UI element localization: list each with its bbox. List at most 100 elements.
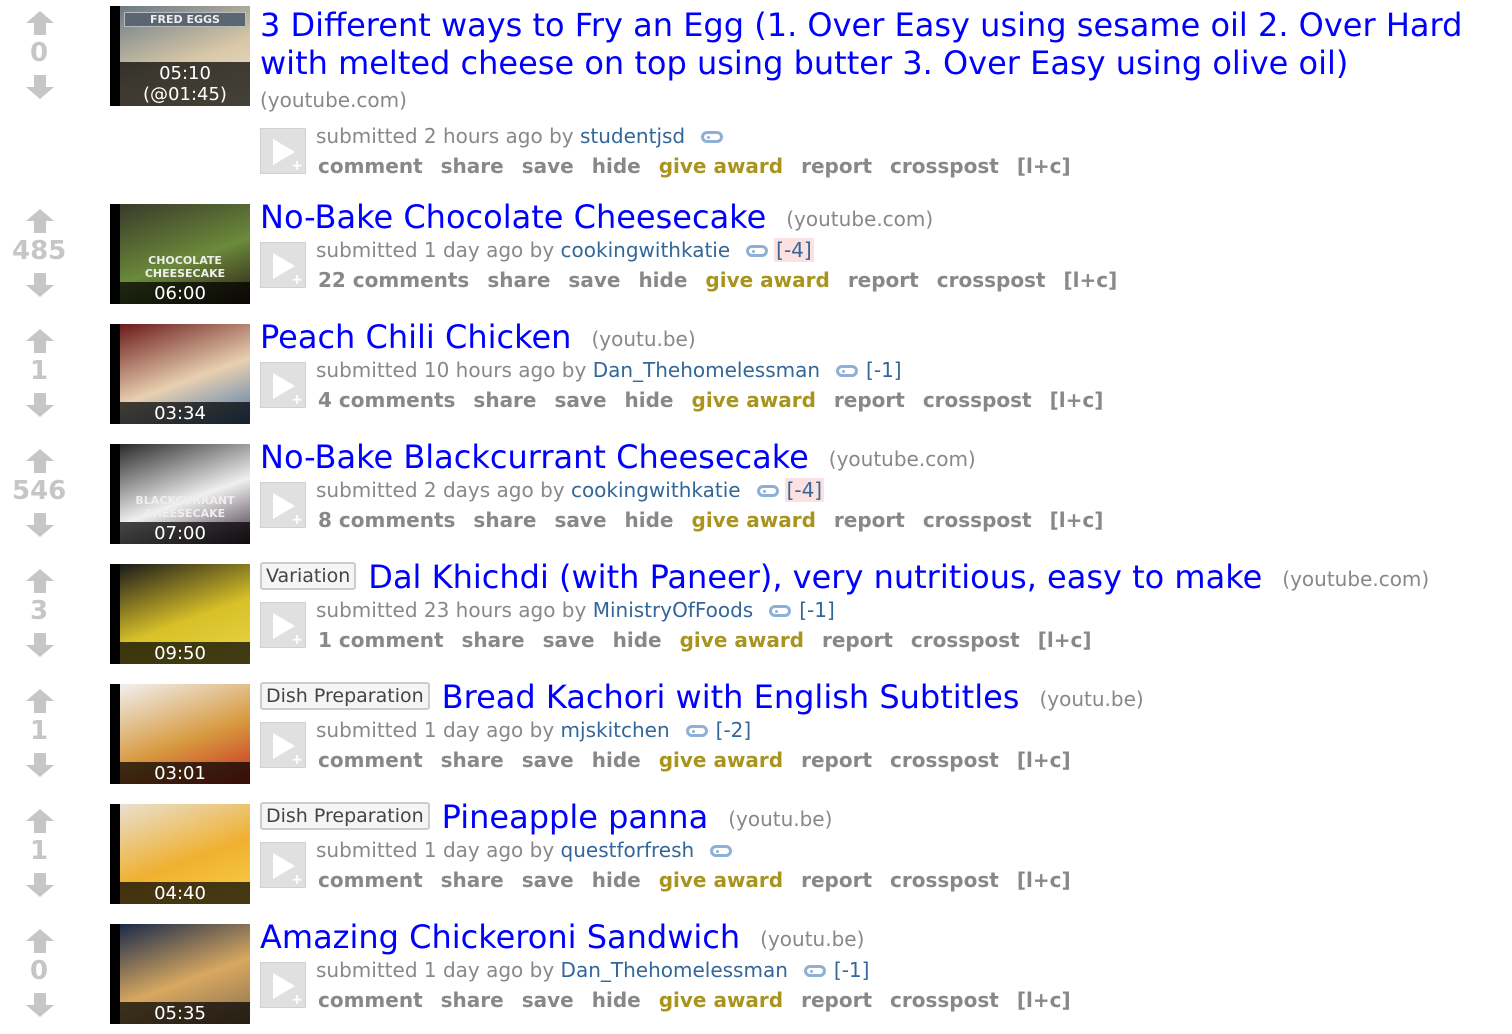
give-award-button[interactable]: give award (692, 388, 816, 412)
share-button[interactable]: share (487, 268, 550, 292)
post-domain[interactable]: (youtube.com) (829, 447, 976, 471)
lc-button[interactable]: [l+c] (1038, 628, 1092, 652)
give-award-button[interactable]: give award (692, 508, 816, 532)
save-button[interactable]: save (555, 388, 607, 412)
report-button[interactable]: report (801, 988, 872, 1012)
downvote-arrow-icon[interactable] (25, 992, 55, 1018)
play-expando-icon[interactable]: + (260, 842, 306, 888)
post-title-link[interactable]: Amazing Chickeroni Sandwich (260, 918, 740, 956)
lc-button[interactable]: [l+c] (1050, 388, 1104, 412)
post-domain[interactable]: (youtube.com) (1282, 567, 1429, 591)
post-title-link[interactable]: Dal Khichdi (with Paneer), very nutritio… (368, 558, 1262, 596)
play-expando-icon[interactable]: + (260, 962, 306, 1008)
post-domain[interactable]: (youtu.be) (728, 807, 832, 831)
hide-button[interactable]: hide (613, 628, 662, 652)
author-link[interactable]: cookingwithkatie (561, 238, 731, 262)
video-thumbnail[interactable]: 09:50 (110, 564, 250, 664)
save-button[interactable]: save (522, 748, 574, 772)
comments-link[interactable]: comment (318, 748, 423, 772)
report-button[interactable]: report (801, 868, 872, 892)
crosspost-button[interactable]: crosspost (937, 268, 1046, 292)
video-thumbnail[interactable]: 05:35 (110, 924, 250, 1024)
video-thumbnail[interactable]: 03:01 (110, 684, 250, 784)
give-award-button[interactable]: give award (659, 154, 783, 178)
hide-button[interactable]: hide (592, 154, 641, 178)
share-button[interactable]: share (441, 868, 504, 892)
user-tag-icon[interactable] (756, 485, 779, 497)
user-tag-icon[interactable] (746, 245, 769, 257)
user-tag-icon[interactable] (803, 965, 826, 977)
save-button[interactable]: save (568, 268, 620, 292)
crosspost-button[interactable]: crosspost (923, 508, 1032, 532)
downvote-arrow-icon[interactable] (25, 632, 55, 658)
post-domain[interactable]: (youtu.be) (760, 927, 864, 951)
video-thumbnail[interactable]: FRED EGGS (@01:45) 05:10 (110, 6, 250, 106)
post-domain[interactable]: (youtu.be) (591, 327, 695, 351)
save-button[interactable]: save (522, 868, 574, 892)
play-expando-icon[interactable]: + (260, 482, 306, 528)
hide-button[interactable]: hide (625, 508, 674, 532)
crosspost-button[interactable]: crosspost (923, 388, 1032, 412)
play-expando-icon[interactable]: + (260, 362, 306, 408)
video-thumbnail[interactable]: 03:34 (110, 324, 250, 424)
post-title-link[interactable]: 3 Different ways to Fry an Egg (1. Over … (260, 6, 1462, 82)
crosspost-button[interactable]: crosspost (911, 628, 1020, 652)
report-button[interactable]: report (848, 268, 919, 292)
crosspost-button[interactable]: crosspost (890, 988, 999, 1012)
user-tag-icon[interactable] (701, 131, 724, 143)
hide-button[interactable]: hide (625, 388, 674, 412)
comments-link[interactable]: 4 comments (318, 388, 455, 412)
post-title-link[interactable]: No-Bake Chocolate Cheesecake (260, 198, 766, 236)
save-button[interactable]: save (543, 628, 595, 652)
report-button[interactable]: report (801, 748, 872, 772)
upvote-arrow-icon[interactable] (25, 928, 55, 954)
hide-button[interactable]: hide (592, 748, 641, 772)
user-tag-icon[interactable] (710, 845, 733, 857)
author-link[interactable]: Dan_Thehomelessman (561, 958, 788, 982)
user-tag-icon[interactable] (685, 725, 708, 737)
post-title-link[interactable]: Bread Kachori with English Subtitles (442, 678, 1020, 716)
save-button[interactable]: save (522, 988, 574, 1012)
post-title-link[interactable]: No-Bake Blackcurrant Cheesecake (260, 438, 809, 476)
upvote-arrow-icon[interactable] (25, 688, 55, 714)
video-thumbnail[interactable]: BLACKCURRANT CHEESECAKE 07:00 (110, 444, 250, 544)
post-domain[interactable]: (youtu.be) (1039, 687, 1143, 711)
lc-button[interactable]: [l+c] (1017, 748, 1071, 772)
hide-button[interactable]: hide (592, 988, 641, 1012)
author-link[interactable]: cookingwithkatie (571, 478, 741, 502)
author-link[interactable]: studentjsd (580, 124, 685, 148)
save-button[interactable]: save (522, 154, 574, 178)
author-link[interactable]: questforfresh (561, 838, 695, 862)
author-link[interactable]: Dan_Thehomelessman (593, 358, 820, 382)
downvote-arrow-icon[interactable] (25, 512, 55, 538)
report-button[interactable]: report (834, 388, 905, 412)
comments-link[interactable]: comment (318, 154, 423, 178)
upvote-arrow-icon[interactable] (25, 808, 55, 834)
downvote-arrow-icon[interactable] (25, 74, 55, 100)
play-expando-icon[interactable]: + (260, 722, 306, 768)
share-button[interactable]: share (473, 388, 536, 412)
crosspost-button[interactable]: crosspost (890, 748, 999, 772)
share-button[interactable]: share (462, 628, 525, 652)
share-button[interactable]: share (441, 154, 504, 178)
upvote-arrow-icon[interactable] (25, 328, 55, 354)
downvote-arrow-icon[interactable] (25, 272, 55, 298)
author-link[interactable]: MinistryOfFoods (593, 598, 754, 622)
give-award-button[interactable]: give award (705, 268, 829, 292)
crosspost-button[interactable]: crosspost (890, 868, 999, 892)
give-award-button[interactable]: give award (659, 748, 783, 772)
report-button[interactable]: report (834, 508, 905, 532)
comments-link[interactable]: 1 comment (318, 628, 444, 652)
upvote-arrow-icon[interactable] (25, 448, 55, 474)
report-button[interactable]: report (801, 154, 872, 178)
share-button[interactable]: share (441, 748, 504, 772)
post-title-link[interactable]: Peach Chili Chicken (260, 318, 571, 356)
video-thumbnail[interactable]: 04:40 (110, 804, 250, 904)
lc-button[interactable]: [l+c] (1050, 508, 1104, 532)
comments-link[interactable]: comment (318, 868, 423, 892)
comments-link[interactable]: 22 comments (318, 268, 469, 292)
post-title-link[interactable]: Pineapple panna (442, 798, 709, 836)
post-domain[interactable]: (youtube.com) (786, 207, 933, 231)
give-award-button[interactable]: give award (659, 868, 783, 892)
lc-button[interactable]: [l+c] (1017, 154, 1071, 178)
